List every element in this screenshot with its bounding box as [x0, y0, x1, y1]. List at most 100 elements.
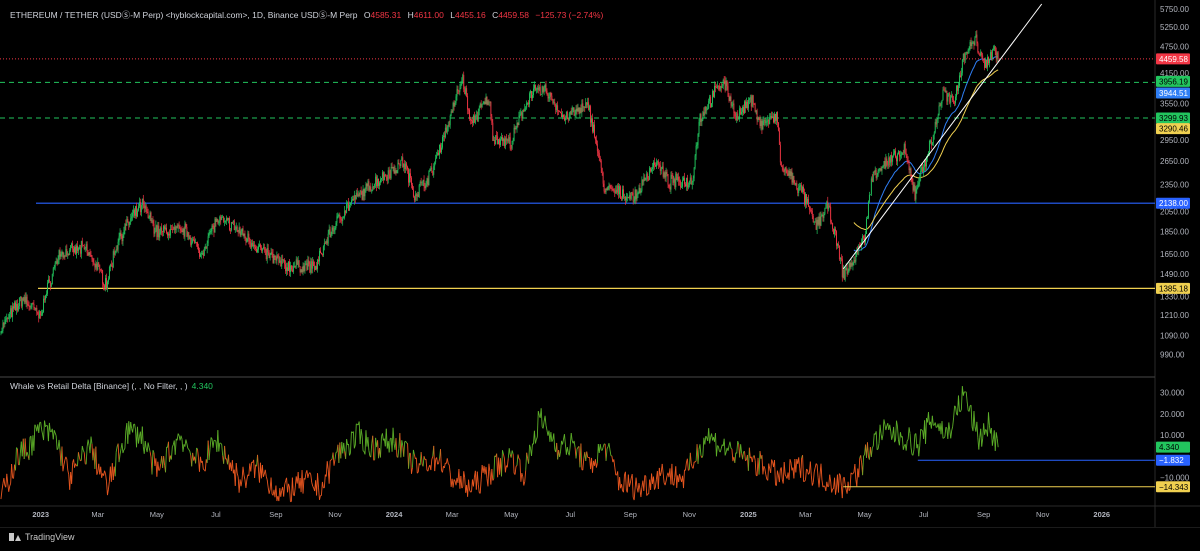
- candle-body: [62, 252, 63, 258]
- candle-body: [251, 243, 252, 248]
- candle-body: [448, 125, 449, 127]
- candle-body: [180, 226, 181, 229]
- candle-body: [244, 234, 245, 236]
- tradingview-brand[interactable]: TradingView: [9, 532, 75, 542]
- candle-body: [536, 89, 537, 90]
- candle-body: [366, 184, 367, 186]
- candle-body: [506, 138, 507, 140]
- candle-body: [518, 116, 519, 125]
- candle-body: [476, 115, 477, 116]
- candle-body: [634, 201, 635, 202]
- candle-body: [875, 170, 876, 172]
- candle-body: [579, 108, 580, 114]
- candle-body: [421, 182, 422, 183]
- indicator-title[interactable]: Whale vs Retail Delta [Binance] (, , No …: [10, 381, 188, 391]
- symbol-header[interactable]: ETHEREUM / TETHER (USDⓈ-M Perp) <hyblock…: [10, 9, 603, 21]
- candle-body: [53, 268, 54, 274]
- indicator-header[interactable]: Whale vs Retail Delta [Binance] (, , No …: [10, 381, 213, 391]
- candle-body: [394, 167, 395, 173]
- candle-body: [986, 60, 987, 67]
- candle-body: [931, 141, 932, 145]
- candle-body: [910, 168, 911, 170]
- candle-body: [906, 153, 907, 155]
- candle-body: [102, 270, 103, 284]
- candle-body: [404, 164, 405, 169]
- candle-body: [534, 85, 535, 89]
- chart-container: 5750.005250.004750.004150.003950.003550.…: [0, 0, 1200, 546]
- candle-body: [587, 102, 588, 104]
- delta-segment: [877, 449, 878, 450]
- candle-body: [739, 108, 740, 118]
- candle-body: [801, 185, 802, 192]
- candle-body: [637, 194, 638, 200]
- candle-body: [741, 112, 742, 114]
- candle-body: [483, 104, 484, 105]
- candle-body: [344, 211, 345, 218]
- candle-body: [834, 229, 835, 234]
- candle-body: [324, 243, 325, 246]
- candle-body: [655, 165, 656, 167]
- candle-body: [769, 118, 770, 124]
- candle-body: [777, 112, 778, 122]
- candle-body: [665, 172, 666, 177]
- candle-body: [469, 110, 470, 119]
- time-tick-label: Jul: [211, 510, 221, 519]
- candle-body: [354, 195, 355, 200]
- symbol-title[interactable]: ETHEREUM / TETHER (USDⓈ-M Perp) <hyblock…: [10, 10, 358, 20]
- candle-body: [50, 281, 51, 286]
- candle-body: [428, 171, 429, 185]
- candle-body: [360, 191, 361, 197]
- candle-body: [889, 157, 890, 162]
- candle-body: [184, 228, 185, 236]
- candle-body: [418, 194, 419, 197]
- candle-body: [252, 243, 253, 247]
- candle-body: [198, 247, 199, 250]
- candle-body: [466, 88, 467, 96]
- candle-body: [47, 283, 48, 294]
- candle-body: [892, 156, 893, 162]
- candle-body: [423, 180, 424, 182]
- candle-body: [163, 226, 164, 232]
- candle-body: [130, 218, 131, 221]
- candle-body: [36, 308, 37, 312]
- candle-body: [940, 106, 941, 107]
- delta-segment: [717, 446, 718, 447]
- candle-body: [565, 118, 566, 120]
- ema-yellow-tag-label: 3290.46: [1159, 125, 1188, 134]
- time-tick-label: 2026: [1093, 510, 1110, 519]
- candle-body: [339, 215, 340, 219]
- candle-body: [614, 191, 615, 193]
- candle-body: [270, 255, 271, 258]
- candle-body: [479, 108, 480, 111]
- candle-body: [742, 107, 743, 112]
- candle-body: [328, 234, 329, 244]
- candle-body: [526, 103, 527, 108]
- candle-body: [921, 167, 922, 171]
- candle-body: [40, 311, 41, 315]
- candle-body: [208, 236, 209, 243]
- candle-body: [303, 266, 304, 272]
- candle-body: [214, 226, 215, 232]
- candle-body: [26, 297, 27, 303]
- candle-body: [556, 105, 557, 110]
- candle-body: [336, 216, 337, 222]
- candle-body: [815, 222, 816, 223]
- candle-body: [490, 102, 491, 116]
- delta-segment: [943, 438, 944, 439]
- candle-body: [615, 190, 616, 193]
- candle-body: [863, 236, 864, 237]
- candle-body: [813, 216, 814, 222]
- candle-body: [800, 185, 801, 186]
- candle-body: [722, 86, 723, 88]
- candle-body: [63, 256, 64, 258]
- candle-body: [608, 186, 609, 189]
- candle-body: [753, 95, 754, 103]
- candle-body: [384, 174, 385, 180]
- candle-body: [630, 195, 631, 199]
- candle-body: [45, 296, 46, 300]
- candle-body: [757, 110, 758, 120]
- candle-body: [795, 183, 796, 184]
- candle-body: [221, 217, 222, 220]
- candle-body: [282, 259, 283, 260]
- candle-body: [982, 55, 983, 58]
